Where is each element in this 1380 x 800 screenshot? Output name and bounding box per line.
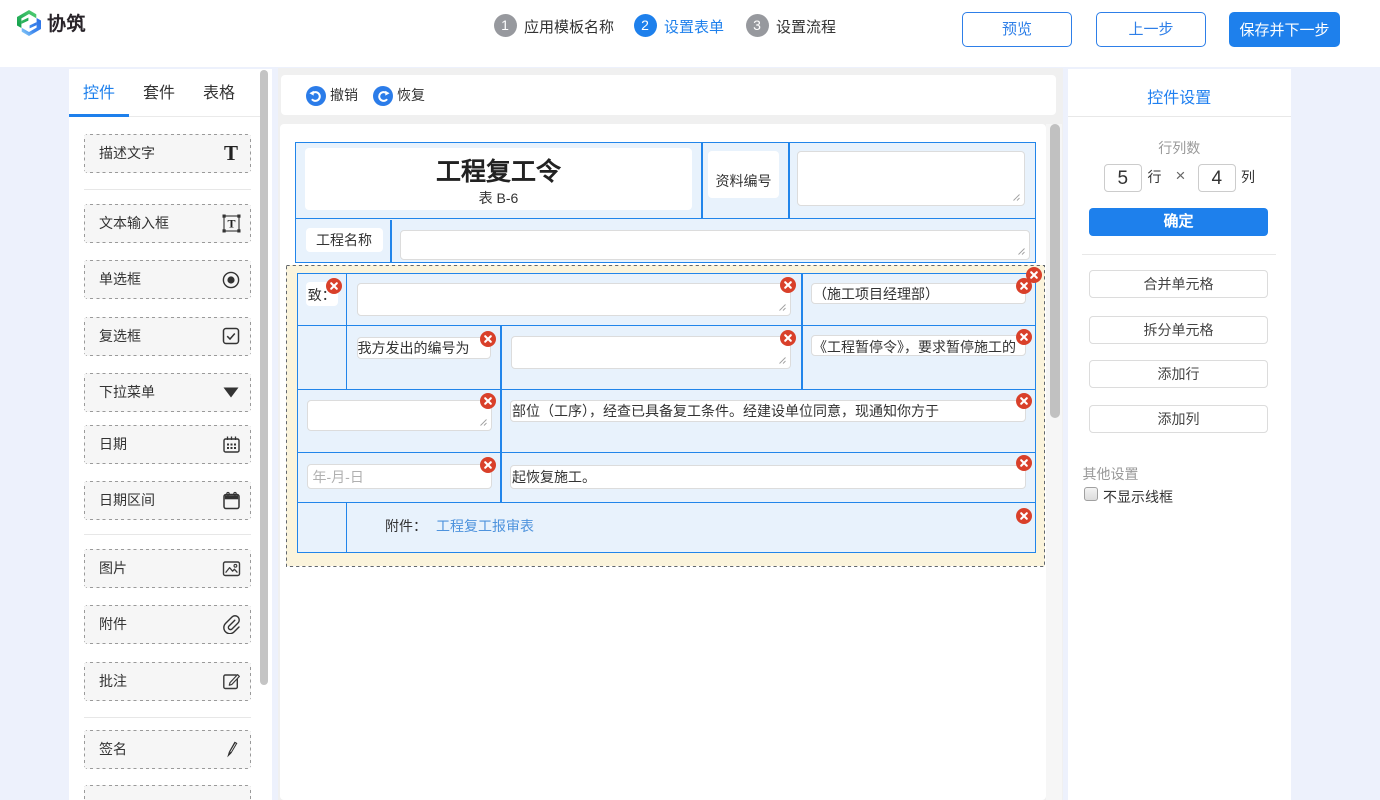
svg-text:T: T bbox=[227, 216, 235, 230]
